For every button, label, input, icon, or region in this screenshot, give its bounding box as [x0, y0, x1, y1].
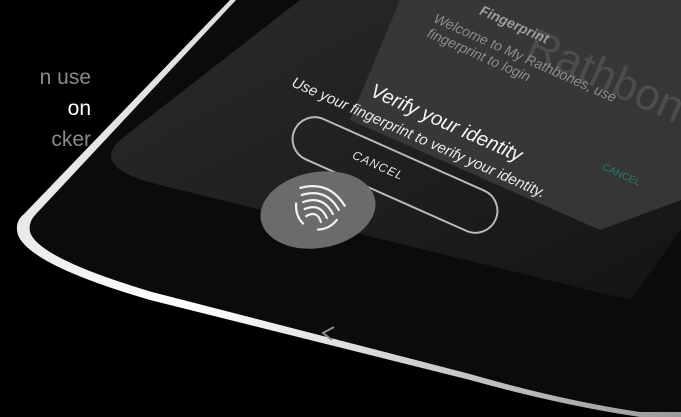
- photo-scene: n use on cker Rathbone Fingerprint Welco…: [0, 0, 681, 417]
